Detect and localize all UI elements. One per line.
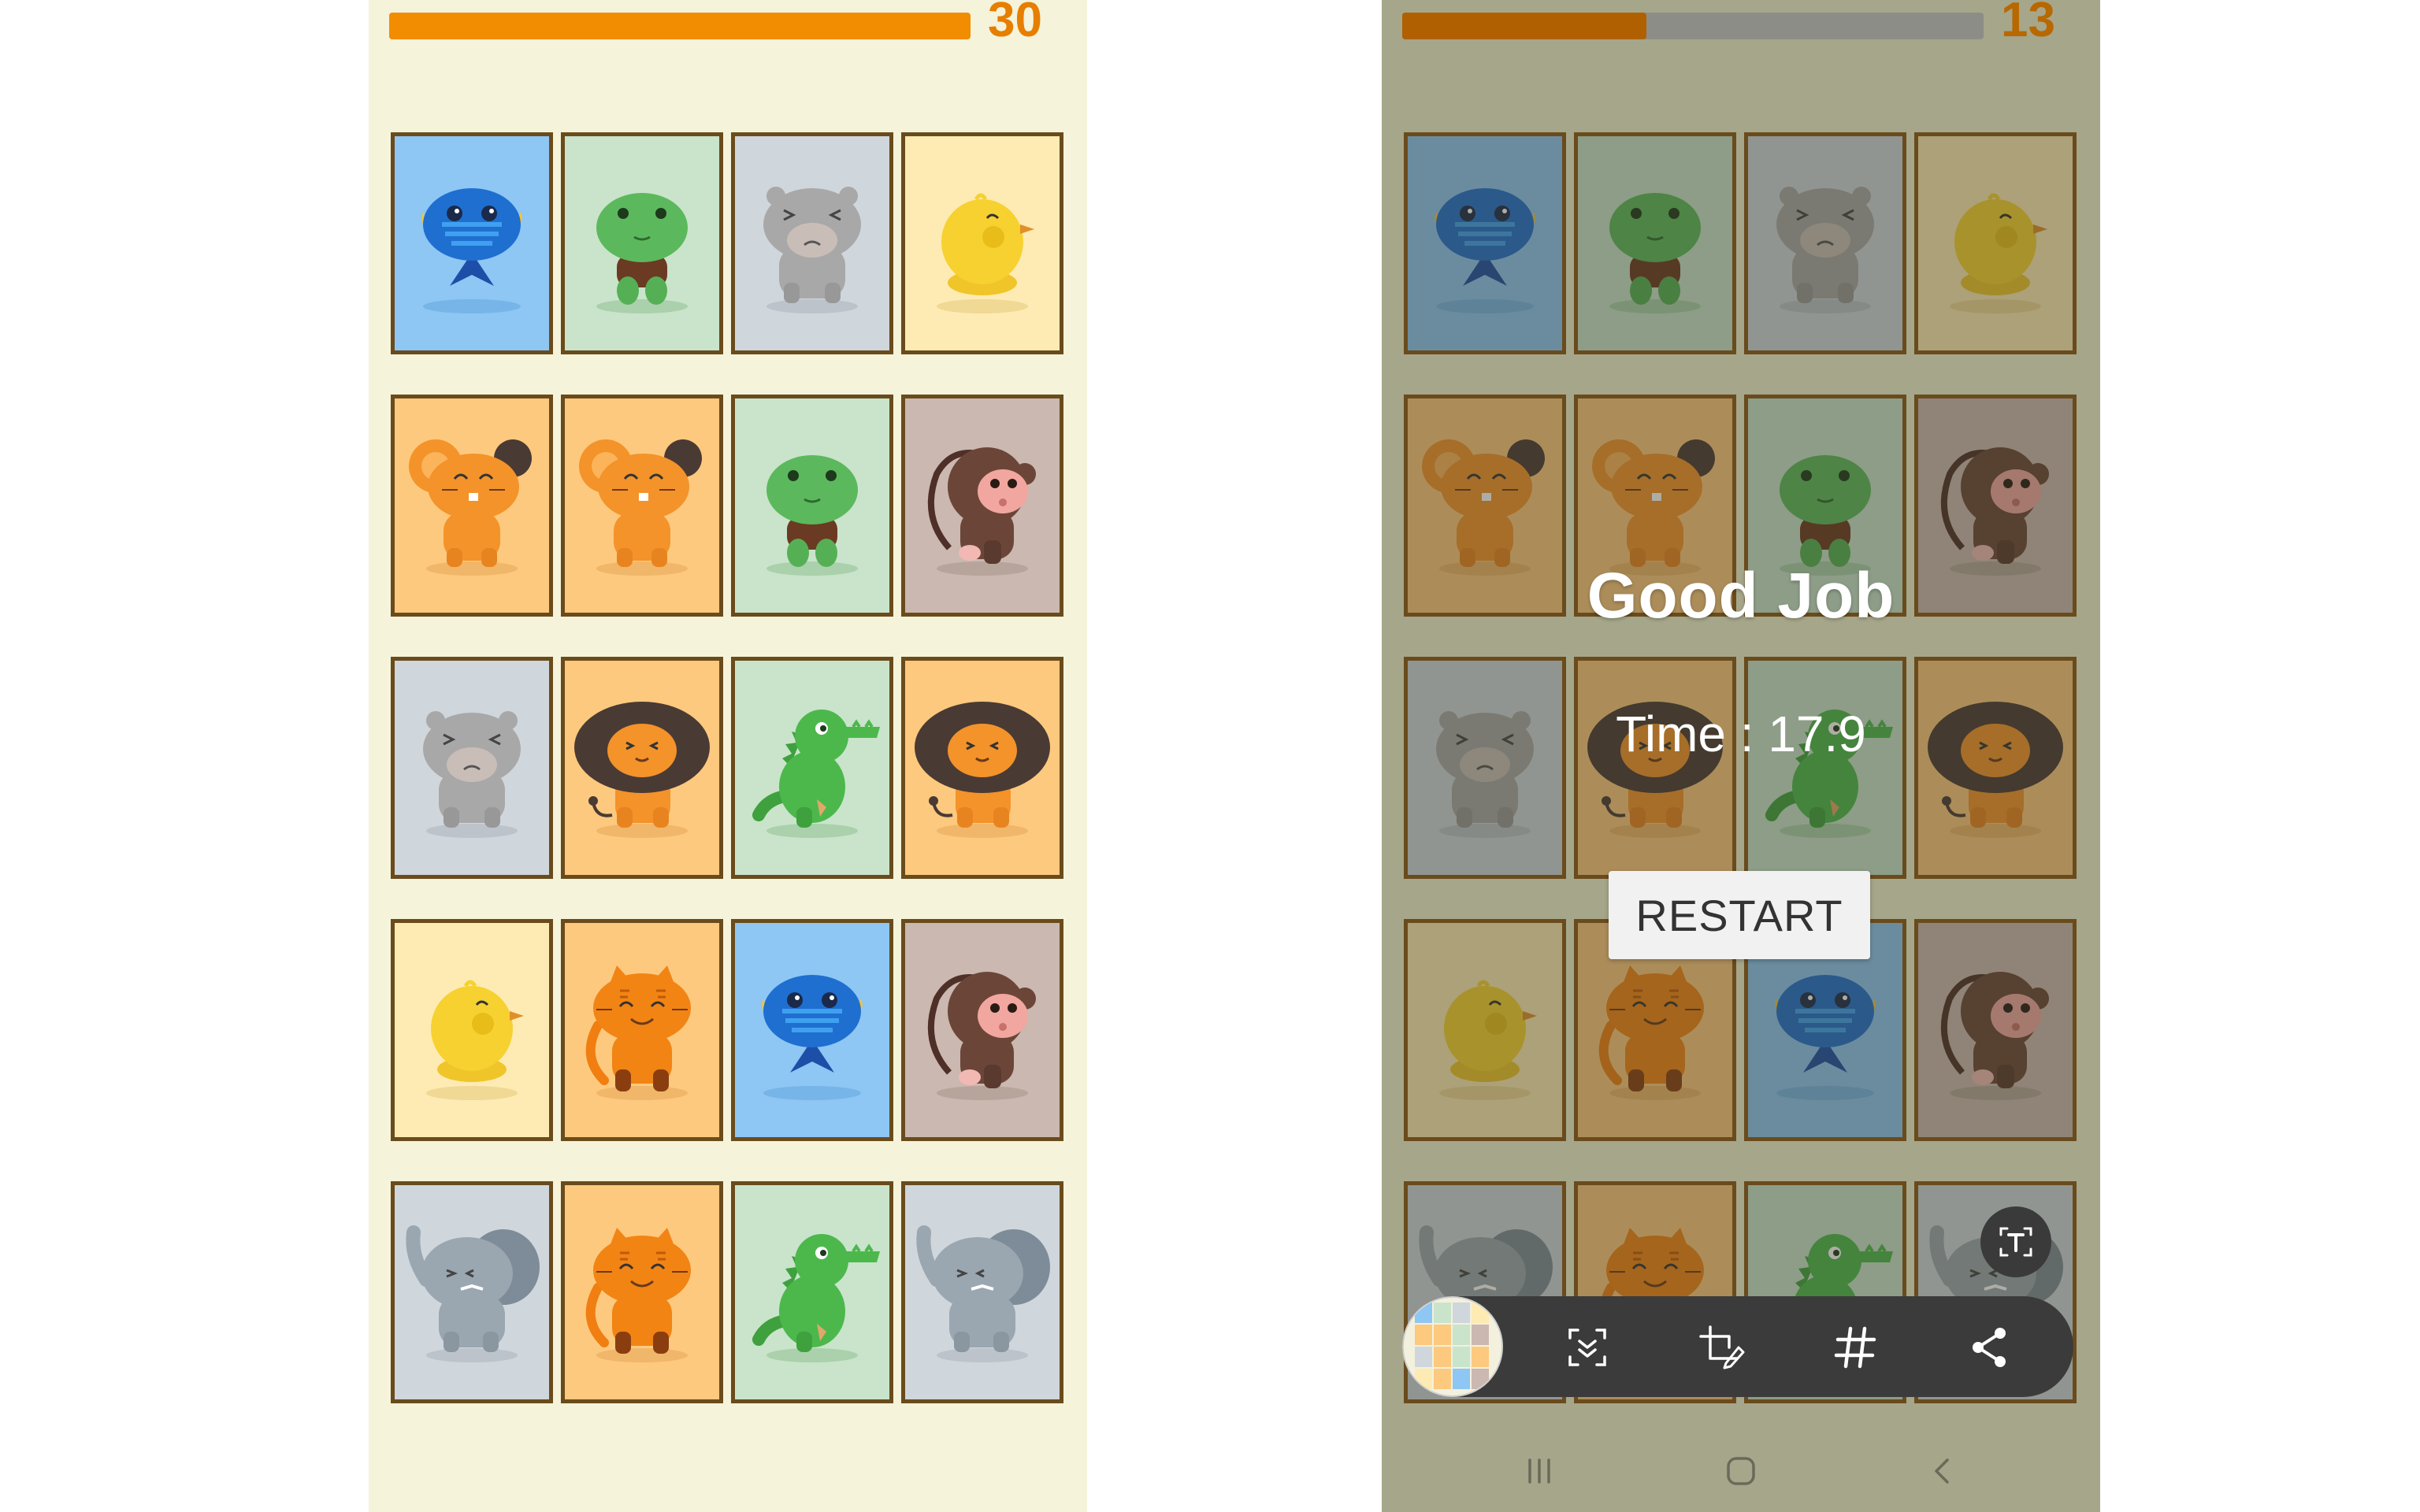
card-hippo[interactable] [1404,657,1566,879]
card-lion[interactable] [561,657,723,879]
card-mouse[interactable] [391,395,553,617]
left-timer-fill [389,13,971,39]
card-hippo[interactable] [1744,132,1906,354]
card-lion[interactable] [1914,657,2077,879]
recent-apps-icon[interactable] [1508,1447,1571,1495]
right-timer-bar [1402,13,1984,39]
card-lion[interactable] [1574,657,1736,879]
card-hippo[interactable] [391,657,553,879]
card-chick[interactable] [391,919,553,1141]
card-elephant[interactable] [901,1181,1063,1403]
card-mouse[interactable] [561,395,723,617]
card-hippo[interactable] [731,132,893,354]
left-game-screen: 30 [369,0,1087,1512]
card-monkey[interactable] [901,919,1063,1141]
card-crocodile[interactable] [731,1181,893,1403]
right-timer-fill [1402,13,1646,39]
dialog-time-text: Time : 17.9 [1616,706,1866,762]
left-timer-value: 30 [988,0,1042,47]
right-game-screen: 13 Good Job Time : 17.9 RESTART [1382,0,2100,1512]
scroll-capture-icon[interactable] [1560,1320,1615,1375]
share-icon[interactable] [1962,1320,2017,1375]
card-chick[interactable] [1404,919,1566,1141]
android-navigation-bar [1382,1432,2100,1512]
card-frog[interactable] [561,132,723,354]
card-chick[interactable] [1914,132,2077,354]
card-fish[interactable] [1404,132,1566,354]
card-crocodile[interactable] [1744,657,1906,879]
left-timer-bar [389,13,971,39]
home-icon[interactable] [1709,1447,1772,1495]
extract-text-icon[interactable] [1980,1206,2051,1277]
card-crocodile[interactable] [731,657,893,879]
card-lion[interactable] [901,657,1063,879]
card-fish[interactable] [391,132,553,354]
restart-button[interactable]: RESTART [1609,871,1870,959]
card-monkey[interactable] [1914,919,2077,1141]
card-tiger[interactable] [561,919,723,1141]
card-tiger[interactable] [561,1181,723,1403]
card-elephant[interactable] [391,1181,553,1403]
card-monkey[interactable] [901,395,1063,617]
dialog-title: Good Job [1587,560,1895,632]
card-frog[interactable] [731,395,893,617]
card-frog[interactable] [1574,132,1736,354]
thumbnail-preview[interactable] [1402,1296,1503,1397]
card-chick[interactable] [901,132,1063,354]
back-icon[interactable] [1911,1447,1974,1495]
card-fish[interactable] [731,919,893,1141]
right-timer-value: 13 [2001,0,2055,47]
crop-edit-icon[interactable] [1694,1320,1749,1375]
screenshot-toolbar [1402,1296,2073,1397]
hashtag-icon[interactable] [1828,1320,1883,1375]
